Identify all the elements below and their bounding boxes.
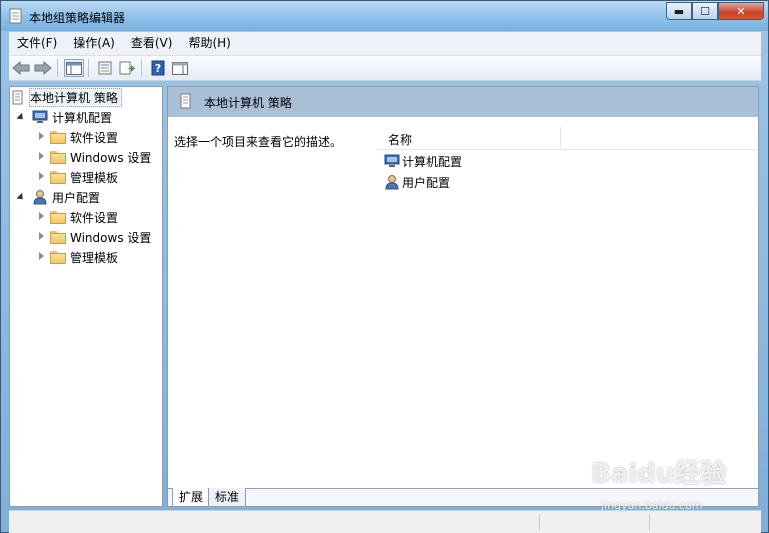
tree-item-windows-settings[interactable]: Windows 设置 xyxy=(36,227,151,247)
app-window: 本地组策略编辑器 ▬ ☐ ✕ 文件(F) 操作(A) 查看(V) 帮助(H) ?… xyxy=(0,0,769,533)
expand-arrow-icon[interactable] xyxy=(36,152,46,162)
tree-label: Windows 设置 xyxy=(70,150,152,165)
list-item-label: 用户配置 xyxy=(402,175,451,190)
tab-standard[interactable]: 标准 xyxy=(208,488,247,506)
column-divider[interactable] xyxy=(560,127,561,149)
tree-item-software-settings[interactable]: 软件设置 xyxy=(36,127,118,147)
close-button[interactable]: ✕ xyxy=(718,2,764,20)
column-header-name[interactable]: 名称 xyxy=(378,127,758,150)
folder-icon xyxy=(50,150,66,164)
policy-document-icon xyxy=(12,90,23,104)
expand-arrow-icon[interactable] xyxy=(36,252,46,262)
show-hide-action-pane-icon[interactable] xyxy=(170,59,190,77)
tab-extended[interactable]: 扩展 xyxy=(172,488,211,506)
toolbar: ? xyxy=(9,56,761,81)
folder-icon xyxy=(50,250,66,264)
collapse-arrow-icon[interactable] xyxy=(16,192,26,202)
column-name-label: 名称 xyxy=(388,133,413,147)
expand-arrow-icon[interactable] xyxy=(36,172,46,182)
tree-label: 管理模板 xyxy=(70,250,119,265)
navigation-tree: 本地计算机 策略 计算机配置 软件设置 Windows 设置 管理模板 用户配置 xyxy=(9,86,163,507)
tree-label: 本地计算机 策略 xyxy=(29,87,122,107)
tree-item-admin-templates[interactable]: 管理模板 xyxy=(36,167,118,187)
toolbar-separator xyxy=(88,59,89,77)
tree-label: Windows 设置 xyxy=(70,230,152,245)
list-item-user-config[interactable]: 用户配置 xyxy=(384,172,450,192)
user-icon xyxy=(33,190,47,205)
menu-view[interactable]: 查看(V) xyxy=(123,32,181,55)
tree-item-user-config[interactable]: 用户配置 xyxy=(16,187,100,207)
policy-document-icon xyxy=(9,8,22,24)
watermark-url: jingyan.baidu.com xyxy=(601,499,703,512)
maximize-button[interactable]: ☐ xyxy=(692,2,718,20)
expand-arrow-icon[interactable] xyxy=(36,132,46,142)
tree-item-admin-templates[interactable]: 管理模板 xyxy=(36,247,118,267)
help-icon[interactable]: ? xyxy=(148,59,168,77)
collapse-arrow-icon[interactable] xyxy=(16,112,26,122)
toolbar-separator xyxy=(57,59,58,77)
list-item-computer-config[interactable]: 计算机配置 xyxy=(384,151,462,171)
tree-label: 计算机配置 xyxy=(52,110,113,125)
tree-label: 软件设置 xyxy=(70,210,119,225)
watermark-brand: Baidu经验 xyxy=(591,459,727,489)
expand-arrow-icon[interactable] xyxy=(36,232,46,242)
toolbar-separator xyxy=(141,59,142,77)
computer-icon xyxy=(384,154,400,167)
list-item-label: 计算机配置 xyxy=(402,154,463,169)
folder-icon xyxy=(50,170,66,184)
menu-bar: 文件(F) 操作(A) 查看(V) 帮助(H) xyxy=(9,32,761,56)
menu-help[interactable]: 帮助(H) xyxy=(180,32,238,55)
status-divider xyxy=(539,514,540,530)
tree-label: 用户配置 xyxy=(52,190,101,205)
folder-icon xyxy=(50,210,66,224)
show-hide-tree-icon[interactable] xyxy=(64,59,84,77)
tree-item-windows-settings[interactable]: Windows 设置 xyxy=(36,147,151,167)
title-bar[interactable]: 本地组策略编辑器 ▬ ☐ ✕ xyxy=(1,1,768,31)
tree-label: 管理模板 xyxy=(70,170,119,185)
properties-icon[interactable] xyxy=(95,59,115,77)
status-divider xyxy=(649,514,650,530)
menu-action[interactable]: 操作(A) xyxy=(65,32,123,55)
folder-icon xyxy=(50,130,66,144)
tree-item-software-settings[interactable]: 软件设置 xyxy=(36,207,118,227)
status-bar xyxy=(9,510,761,533)
description-text: 选择一个项目来查看它的描述。 xyxy=(174,135,343,149)
details-header: 本地计算机 策略 xyxy=(168,87,758,117)
tree-label: 软件设置 xyxy=(70,130,119,145)
window-title: 本地组策略编辑器 xyxy=(29,11,126,25)
svg-text:?: ? xyxy=(155,62,161,75)
details-title: 本地计算机 策略 xyxy=(204,96,292,110)
expand-arrow-icon[interactable] xyxy=(36,212,46,222)
list-view: 名称 计算机配置 用户配置 xyxy=(378,117,758,487)
tree-item-root[interactable]: 本地计算机 策略 xyxy=(12,87,122,107)
menu-file[interactable]: 文件(F) xyxy=(9,32,65,55)
user-icon xyxy=(385,175,399,190)
back-icon[interactable] xyxy=(11,59,31,77)
export-list-icon[interactable] xyxy=(117,59,137,77)
minimize-button[interactable]: ▬ xyxy=(666,2,692,20)
folder-icon xyxy=(50,230,66,244)
policy-document-icon xyxy=(180,93,191,109)
computer-icon xyxy=(32,110,48,123)
details-pane: 本地计算机 策略 选择一个项目来查看它的描述。 名称 计算机配置 用户配置 扩展… xyxy=(167,86,759,507)
forward-icon[interactable] xyxy=(33,59,53,77)
tree-item-computer-config[interactable]: 计算机配置 xyxy=(16,107,112,127)
